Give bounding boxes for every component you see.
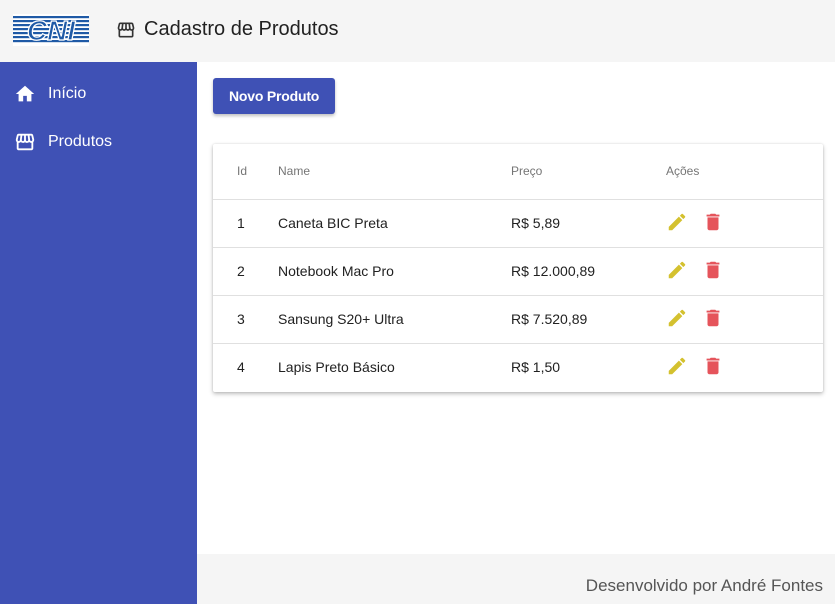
pencil-icon[interactable] <box>666 355 688 377</box>
sidebar: Início Produtos <box>0 62 197 604</box>
storefront-icon <box>15 133 35 151</box>
cell-actions <box>666 343 823 391</box>
sidebar-item-label: Produtos <box>48 133 113 150</box>
cell-name: Lapis Preto Básico <box>278 359 395 376</box>
cell-price: R$ 1,50 <box>511 359 561 376</box>
cell-id: 4 <box>237 359 245 376</box>
trash-icon[interactable] <box>702 211 724 233</box>
footer-credit: Desenvolvido por André Fontes <box>585 576 823 595</box>
table-row: 3 Sansung S20+ Ultra R$ 7.520,89 <box>213 295 823 344</box>
products-table-card: Id Name Preço Ações 1 Caneta BIC Preta R… <box>213 144 823 392</box>
new-product-button[interactable]: Novo Produto <box>213 78 336 114</box>
home-icon <box>15 85 35 102</box>
pencil-icon[interactable] <box>666 211 688 233</box>
sidebar-item-inicio[interactable]: Início <box>0 70 197 118</box>
table-row: 1 Caneta BIC Preta R$ 5,89 <box>213 199 823 248</box>
table-row: 4 Lapis Preto Básico R$ 1,50 <box>213 343 823 391</box>
column-header-name: Name <box>278 144 511 200</box>
trash-icon[interactable] <box>702 307 724 329</box>
cell-id: 2 <box>213 247 278 296</box>
cell-id: 3 <box>213 295 278 344</box>
column-header-actions: Ações <box>666 144 823 200</box>
trash-icon[interactable] <box>702 259 724 281</box>
cell-price: R$ 7.520,89 <box>511 295 666 344</box>
trash-icon[interactable] <box>702 355 724 377</box>
main-content: Novo Produto Id Name Preço Ações 1 Canet… <box>197 62 835 554</box>
cell-actions <box>666 247 823 296</box>
products-table: Id Name Preço Ações 1 Caneta BIC Preta R… <box>213 144 823 391</box>
header-title-group: Cadastro de Produtos <box>116 18 339 41</box>
footer: Desenvolvido por André Fontes <box>197 554 835 604</box>
cell-actions <box>666 199 823 248</box>
cell-name: Sansung S20+ Ultra <box>278 295 511 344</box>
sidebar-item-produtos[interactable]: Produtos <box>0 118 197 166</box>
cell-id: 1 <box>213 199 278 248</box>
page-title: Cadastro de Produtos <box>144 18 339 40</box>
cell-name: Notebook Mac Pro <box>278 247 511 296</box>
cell-name: Caneta BIC Preta <box>278 199 511 248</box>
cell-actions <box>666 295 823 344</box>
sidebar-item-label: Início <box>48 85 87 102</box>
column-header-price: Preço <box>511 144 666 200</box>
app-header: CNI Cadastro de Produtos <box>0 0 835 62</box>
cell-price: R$ 12.000,89 <box>511 247 666 296</box>
cni-logo: CNI <box>13 14 89 46</box>
logo-text: CNI <box>27 15 76 46</box>
storefront-icon <box>117 22 135 37</box>
pencil-icon[interactable] <box>666 307 688 329</box>
table-row: 2 Notebook Mac Pro R$ 12.000,89 <box>213 247 823 296</box>
cell-price: R$ 5,89 <box>511 199 666 248</box>
pencil-icon[interactable] <box>666 259 688 281</box>
column-header-id: Id <box>213 144 278 200</box>
table-header-row: Id Name Preço Ações <box>213 144 823 200</box>
